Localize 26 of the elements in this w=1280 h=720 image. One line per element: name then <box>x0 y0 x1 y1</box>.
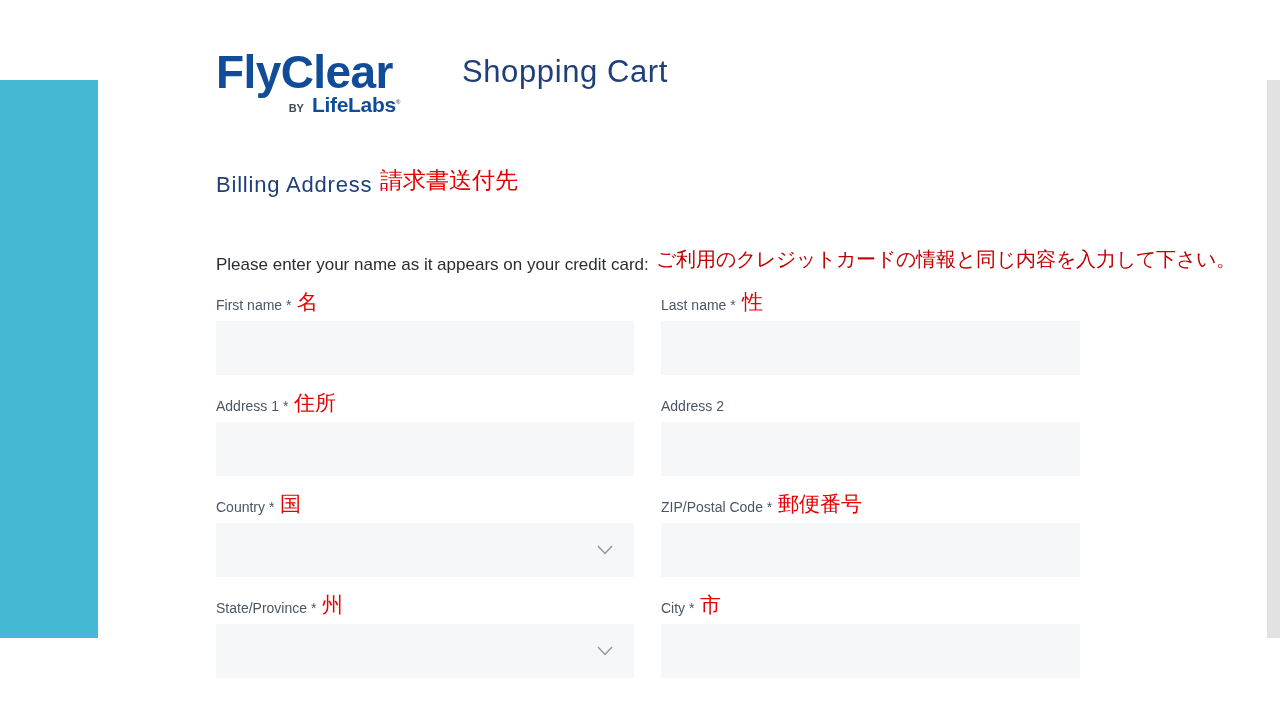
field-label: Address 1 * <box>216 398 289 416</box>
translation-note: 市 <box>700 592 722 619</box>
select-field[interactable] <box>216 523 634 578</box>
translation-note: 名 <box>297 289 319 316</box>
translation-note: 住所 <box>294 390 337 417</box>
page-title: Shopping Cart <box>462 53 668 91</box>
translation-note: 請求書送付先 <box>380 167 519 195</box>
field-label: Country * <box>216 499 275 517</box>
translation-note: 郵便番号 <box>778 491 863 518</box>
chevron-down-icon <box>597 646 613 657</box>
field-label: Last name * <box>661 297 736 315</box>
field-label: Address 2 <box>661 398 725 416</box>
field-label: First name * <box>216 297 292 315</box>
chevron-down-icon <box>597 545 613 556</box>
logo-partner-name: LifeLabs$^{®}$ <box>311 93 400 117</box>
translation-note: 性 <box>741 289 763 316</box>
logo-byline: BY <box>288 102 304 114</box>
translation-note: ご利用のクレジットカードの情報と同じ内容を入力して下さい。 <box>655 246 1236 272</box>
select-field[interactable] <box>216 624 634 679</box>
instruction-text: Please enter your name as it appears on your credit card: <box>216 254 649 276</box>
translation-note: 州 <box>322 592 344 619</box>
translation-note: 国 <box>280 491 302 518</box>
field-label: ZIP/Postal Code * <box>661 499 773 517</box>
field-label: State/Province * <box>216 600 317 618</box>
section-heading: Billing Address <box>216 172 373 199</box>
field-label: City * <box>661 600 695 618</box>
